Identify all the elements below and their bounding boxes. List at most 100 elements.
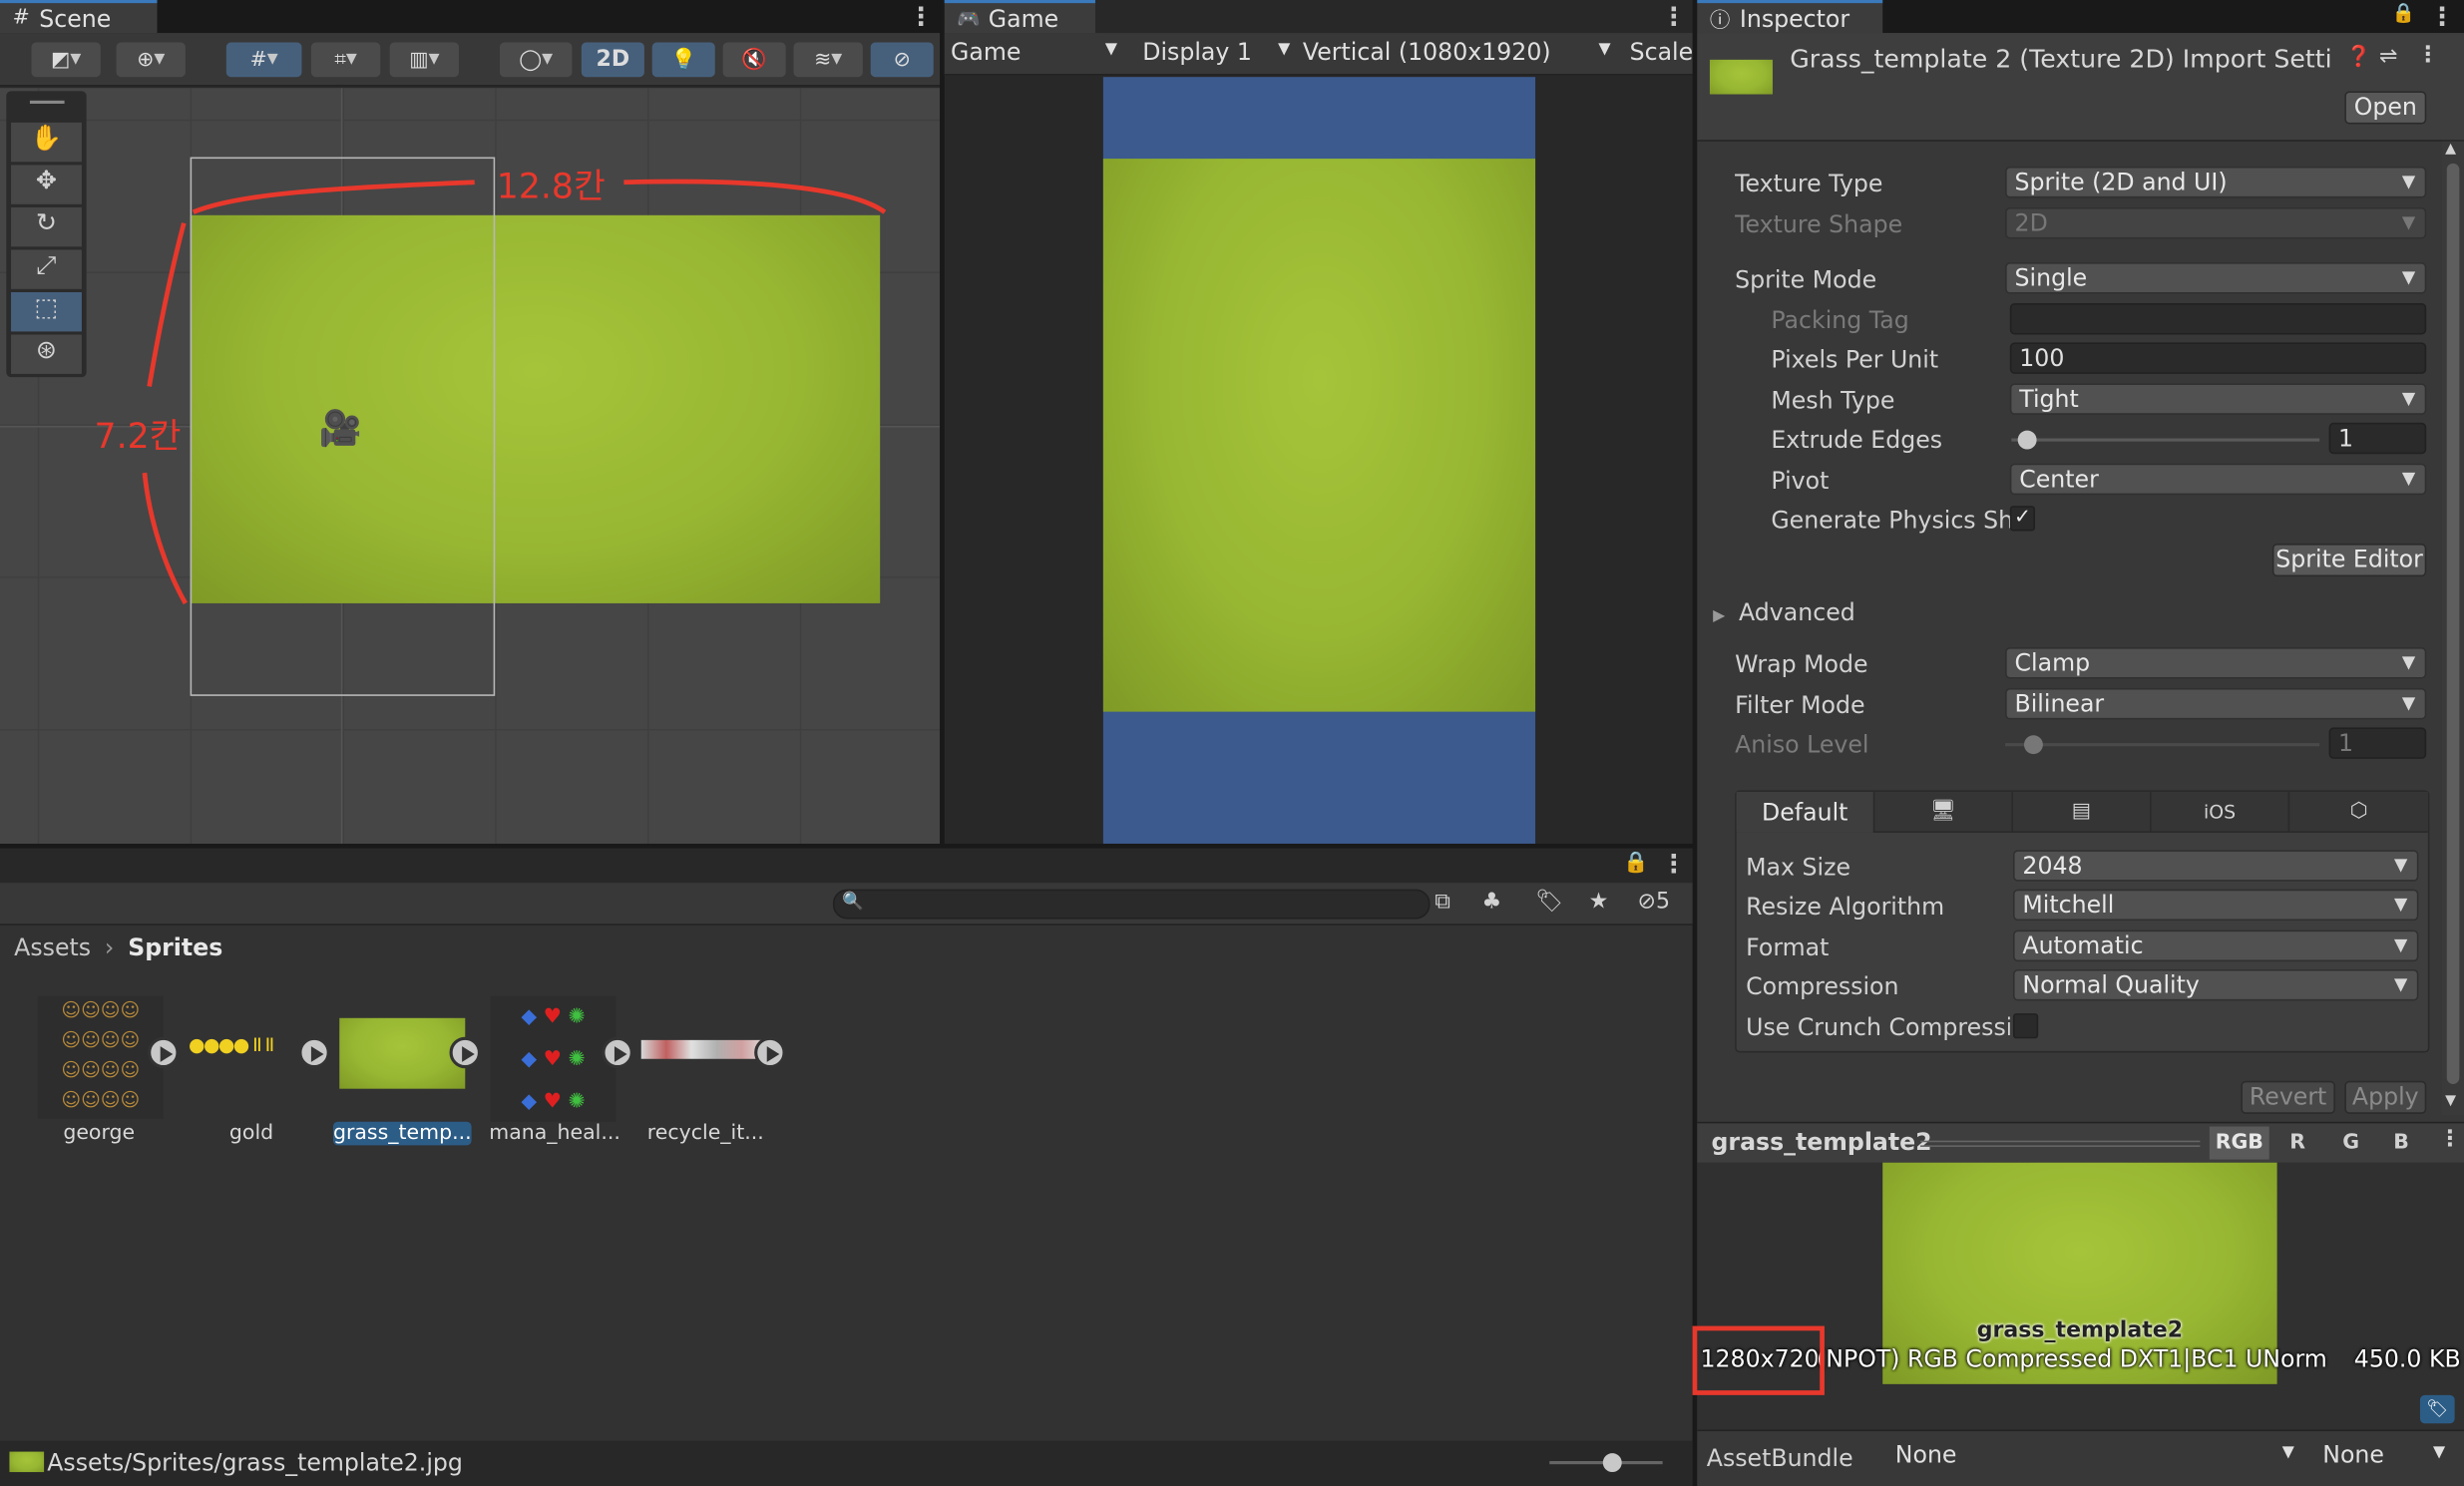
channel-g-button[interactable]: G bbox=[2329, 1126, 2373, 1159]
tab-inspector[interactable]: ⓘ Inspector bbox=[1697, 0, 1883, 34]
visibility-button[interactable]: ⊘ bbox=[870, 42, 934, 78]
game-viewport[interactable] bbox=[1102, 77, 1536, 844]
draw-mode-button[interactable]: ◩ ▼ bbox=[31, 42, 101, 78]
apply-button[interactable]: Apply bbox=[2344, 1080, 2427, 1114]
filter-label-icon[interactable]: 🏷 bbox=[1535, 890, 1563, 915]
scene-viewport[interactable]: 🎥 12.8칸 7.2칸 ✋ ✥ ↻ ⤢ ⬚ ⊛ bbox=[0, 88, 941, 844]
favorites-icon[interactable]: ★ bbox=[1589, 890, 1609, 915]
preset-icon[interactable]: ⇌ bbox=[2379, 44, 2397, 69]
asset-george[interactable]: ☺☺☺☺ ☺☺☺☺ ☺☺☺☺ ☺☺☺☺ bbox=[37, 995, 164, 1122]
lock-icon[interactable]: 🔒 bbox=[2392, 2, 2416, 24]
resize-algorithm-dropdown[interactable]: Mitchell ▼ bbox=[2012, 889, 2419, 922]
snap-increment-button[interactable]: ⌗ ▼ bbox=[310, 42, 381, 78]
asset-gold[interactable]: ●●●● ⅠⅠ ⅠⅠ bbox=[189, 996, 314, 1122]
tag-icon[interactable]: 🏷 bbox=[2419, 1394, 2455, 1424]
scene-search-icon[interactable]: ⧉ bbox=[1435, 890, 1450, 915]
inspector-menu-icon[interactable]: ⋮ bbox=[2429, 2, 2454, 32]
webgl-icon[interactable]: ⬡ bbox=[2287, 791, 2428, 833]
extrude-edges-slider[interactable] bbox=[2011, 430, 2320, 450]
rotate-tool-icon[interactable]: ↻ bbox=[11, 206, 82, 247]
packing-tag-field[interactable] bbox=[2009, 303, 2427, 335]
overlay-drag-handle[interactable] bbox=[29, 100, 65, 104]
thumbnail-size-slider[interactable] bbox=[1549, 1453, 1663, 1473]
sprite-mode-dropdown[interactable]: Single ▼ bbox=[2005, 262, 2427, 294]
channel-r-button[interactable]: R bbox=[2275, 1126, 2319, 1159]
tab-game[interactable]: 🎮 Game bbox=[944, 0, 1095, 34]
filter-mode-dropdown[interactable]: Bilinear ▼ bbox=[2005, 687, 2427, 720]
expand-mana-icon[interactable] bbox=[602, 1036, 633, 1069]
filter-type-icon[interactable]: ♣ bbox=[1482, 890, 1502, 915]
slider-handle[interactable] bbox=[2017, 430, 2037, 450]
channel-b-button[interactable]: B bbox=[2379, 1126, 2423, 1159]
extrude-edges-field[interactable]: 1 bbox=[2328, 422, 2427, 455]
shading-mode-button[interactable]: ◯ ▼ bbox=[499, 42, 573, 78]
server-icon[interactable]: ▤ bbox=[2011, 791, 2150, 833]
scale-tool-icon[interactable]: ⤢ bbox=[11, 249, 82, 289]
open-button[interactable]: Open bbox=[2344, 91, 2427, 125]
effects-button[interactable]: ≋ ▼ bbox=[793, 42, 863, 78]
slider-handle[interactable] bbox=[1602, 1453, 1622, 1473]
scroll-up-icon[interactable]: ▲ bbox=[2445, 142, 2456, 158]
channel-rgb-button[interactable]: RGB bbox=[2209, 1126, 2269, 1160]
tab-scene[interactable]: # Scene bbox=[0, 0, 158, 34]
triangle-right-icon: ▶ bbox=[1713, 607, 1726, 625]
move-tool-icon[interactable]: ✥ bbox=[11, 165, 82, 204]
expand-george-icon[interactable] bbox=[148, 1036, 180, 1069]
asset-recycle-item[interactable] bbox=[640, 996, 767, 1122]
asset-mana-heal[interactable]: ◆ ♥ ✺ ◆ ♥ ✺ ◆ ♥ ✺ bbox=[490, 995, 616, 1122]
revert-button[interactable]: Revert bbox=[2241, 1080, 2335, 1114]
use-crunch-checkbox[interactable] bbox=[2012, 1013, 2039, 1039]
grid-snap-button[interactable]: # ▼ bbox=[225, 42, 302, 78]
scroll-down-icon[interactable]: ▼ bbox=[2445, 1093, 2456, 1109]
resolution-select[interactable]: Vertical (1080x1920) ▼ bbox=[1303, 38, 1611, 70]
tab-ios[interactable]: iOS bbox=[2150, 791, 2288, 833]
pixels-per-unit-field[interactable]: 100 bbox=[2009, 342, 2427, 374]
expand-gold-icon[interactable] bbox=[298, 1036, 330, 1069]
assetbundle-variant-dropdown[interactable]: None ▼ bbox=[2313, 1441, 2452, 1476]
wrap-mode-dropdown[interactable]: Clamp ▼ bbox=[2005, 647, 2427, 679]
scrollbar-thumb[interactable] bbox=[2446, 163, 2460, 1084]
scene-menu-icon[interactable]: ⋮ bbox=[909, 2, 934, 32]
compression-dropdown[interactable]: Normal Quality ▼ bbox=[2012, 968, 2419, 1001]
mesh-type-dropdown[interactable]: Tight ▼ bbox=[2009, 383, 2427, 415]
help-icon[interactable]: ❓ bbox=[2346, 46, 2372, 70]
inspector-scrollbar[interactable]: ▲ ▼ bbox=[2442, 141, 2464, 1116]
rect-tool-icon[interactable]: ⬚ bbox=[11, 292, 82, 332]
max-size-dropdown[interactable]: 2048 ▼ bbox=[2012, 850, 2419, 882]
asset-grass-template[interactable] bbox=[339, 996, 466, 1122]
slider-handle bbox=[2023, 735, 2043, 755]
transform-tool-icon[interactable]: ⊛ bbox=[11, 334, 82, 374]
global-button[interactable]: ⊕ ▼ bbox=[116, 42, 186, 78]
audio-button[interactable]: 🔇 bbox=[722, 42, 786, 78]
hand-tool-icon[interactable]: ✋ bbox=[11, 122, 82, 163]
scale-label[interactable]: Scale bbox=[1630, 38, 1694, 66]
generate-physics-checkbox[interactable]: ✓ bbox=[2009, 506, 2036, 532]
advanced-foldout[interactable]: ▶ Advanced bbox=[1713, 598, 1855, 626]
expand-recycle-icon[interactable] bbox=[754, 1036, 786, 1069]
hidden-packages-button[interactable]: ⊘5 bbox=[1637, 890, 1670, 915]
toggle-2d-button[interactable]: 2D bbox=[581, 42, 644, 78]
search-input[interactable]: 🔍 bbox=[832, 889, 1431, 920]
preview-menu-icon[interactable]: ⋮ bbox=[2439, 1126, 2461, 1151]
preview-name: grass_template2 bbox=[1711, 1128, 1932, 1157]
pivot-dropdown[interactable]: Center ▼ bbox=[2009, 463, 2427, 496]
breadcrumb-sprites[interactable]: Sprites bbox=[128, 933, 222, 961]
expand-grass-icon[interactable] bbox=[449, 1036, 482, 1069]
game-grass-image bbox=[1102, 159, 1536, 712]
game-menu-icon[interactable]: ⋮ bbox=[1661, 2, 1686, 32]
monitor-icon[interactable]: 🖥 bbox=[1872, 791, 2012, 833]
sprite-editor-button[interactable]: Sprite Editor bbox=[2271, 544, 2427, 577]
header-menu-icon[interactable]: ⋮ bbox=[2417, 43, 2439, 68]
lighting-button[interactable]: 💡 bbox=[651, 42, 715, 78]
game-view-select[interactable]: Game ▼ bbox=[951, 38, 1123, 70]
lock-icon[interactable]: 🔒 bbox=[1623, 852, 1649, 876]
tab-scene-label: Scene bbox=[39, 3, 112, 33]
assetbundle-dropdown[interactable]: None ▼ bbox=[1885, 1441, 2300, 1476]
breadcrumb-assets[interactable]: Assets bbox=[14, 933, 91, 961]
format-dropdown[interactable]: Automatic ▼ bbox=[2012, 929, 2419, 962]
tab-default[interactable]: Default bbox=[1736, 791, 1873, 833]
texture-type-dropdown[interactable]: Sprite (2D and UI) ▼ bbox=[2005, 166, 2427, 198]
display-select[interactable]: Display 1 ▼ bbox=[1142, 38, 1290, 70]
ruler-button[interactable]: ▥ ▼ bbox=[389, 42, 459, 78]
project-menu-icon[interactable]: ⋮ bbox=[1661, 849, 1686, 879]
